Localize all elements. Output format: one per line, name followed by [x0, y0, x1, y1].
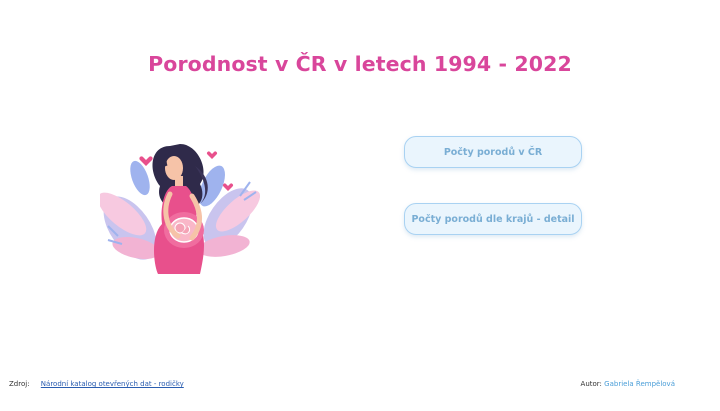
births-by-region-button[interactable]: Počty porodů dle krajů - detail: [404, 203, 582, 235]
source-link[interactable]: Národní katalog otevřených dat - rodičky: [41, 380, 184, 388]
footer-author: Autor: Gabriela Řempělová: [581, 380, 675, 388]
page-title: Porodnost v ČR v letech 1994 - 2022: [148, 52, 572, 76]
pregnant-woman-illustration: [97, 116, 261, 276]
author-name: Gabriela Řempělová: [604, 380, 675, 388]
author-label: Autor:: [580, 380, 602, 388]
births-cr-button[interactable]: Počty porodů v ČR: [404, 136, 582, 168]
footer-source: Zdroj: Národní katalog otevřených dat - …: [9, 380, 184, 388]
source-label: Zdroj:: [9, 380, 30, 388]
